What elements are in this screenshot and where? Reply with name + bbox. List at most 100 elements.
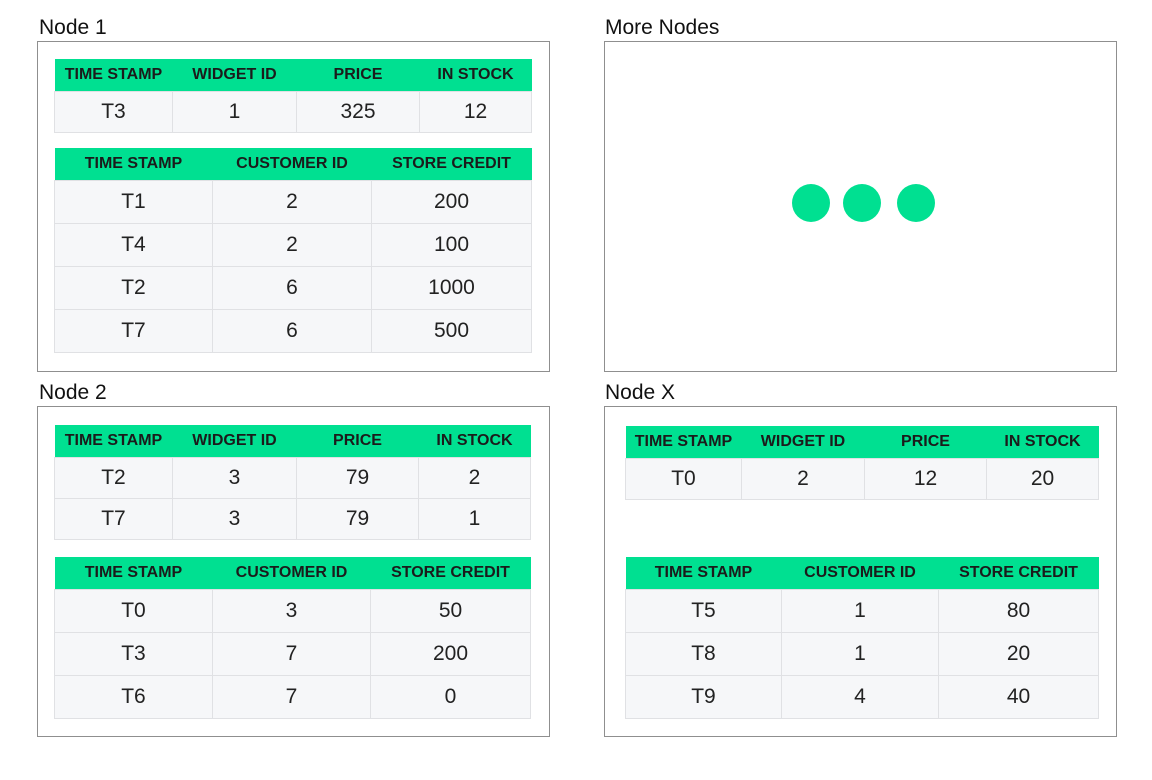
table-cell: 4 [781,675,939,719]
table-cell: T2 [54,457,173,499]
column-header: WIDGET ID [741,426,865,459]
table-row: T6 7 0 [54,675,531,719]
table-cell: T0 [54,589,213,633]
column-header: TIME STAMP [54,425,173,458]
table-row: T1 2 200 [54,180,532,224]
table-row: T7 3 79 1 [54,498,531,540]
table-row: T4 2 100 [54,223,532,267]
table-cell: 2 [212,223,372,267]
table-row: T2 6 1000 [54,266,532,310]
table-cell: 1 [781,632,939,676]
column-header: TIME STAMP [625,426,742,459]
table-cell: 6 [212,309,372,353]
column-header: IN STOCK [419,59,532,92]
table-cell: 100 [371,223,532,267]
node-1-title: Node 1 [39,16,107,39]
table-cell: 1 [418,498,531,540]
table-header-row: TIME STAMP WIDGET ID PRICE IN STOCK [54,425,531,458]
table-header-row: TIME STAMP CUSTOMER ID STORE CREDIT [625,557,1099,590]
more-nodes-panel [604,41,1117,372]
table-cell: 12 [419,91,532,133]
table-cell: 3 [212,589,371,633]
table-cell: 80 [938,589,1099,633]
table-cell: 50 [370,589,531,633]
table-cell: T5 [625,589,782,633]
dot-icon [792,184,830,222]
table-cell: T8 [625,632,782,676]
dot-icon [897,184,935,222]
table-cell: 3 [172,457,297,499]
table-cell: T7 [54,309,213,353]
table-cell: 79 [296,498,419,540]
table-cell: T0 [625,458,742,500]
table-cell: 2 [418,457,531,499]
column-header: PRICE [296,59,420,92]
table-cell: 325 [296,91,420,133]
table-header-row: TIME STAMP CUSTOMER ID STORE CREDIT [54,148,532,181]
table-cell: 6 [212,266,372,310]
table-cell: T3 [54,91,173,133]
table-cell: 500 [371,309,532,353]
column-header: WIDGET ID [172,59,297,92]
table-cell: 20 [938,632,1099,676]
table-header-row: TIME STAMP CUSTOMER ID STORE CREDIT [54,557,531,590]
table-cell: 200 [371,180,532,224]
table-cell: T6 [54,675,213,719]
column-header: STORE CREDIT [370,557,531,590]
column-header: TIME STAMP [54,148,213,181]
table-cell: 1000 [371,266,532,310]
table-cell: 200 [370,632,531,676]
column-header: CUSTOMER ID [212,557,371,590]
table-cell: T7 [54,498,173,540]
table-cell: T9 [625,675,782,719]
table-cell: 12 [864,458,987,500]
table-cell: T2 [54,266,213,310]
table-cell: T1 [54,180,213,224]
table-row: T3 1 325 12 [54,91,532,133]
table-row: T3 7 200 [54,632,531,676]
table-row: T8 1 20 [625,632,1099,676]
table-cell: T3 [54,632,213,676]
table-cell: 40 [938,675,1099,719]
table-header-row: TIME STAMP WIDGET ID PRICE IN STOCK [625,426,1099,459]
table-cell: 7 [212,632,371,676]
table-cell: 1 [172,91,297,133]
column-header: CUSTOMER ID [781,557,939,590]
table-cell: 20 [986,458,1099,500]
column-header: STORE CREDIT [371,148,532,181]
table-cell: 2 [212,180,372,224]
node-1-widget-table: TIME STAMP WIDGET ID PRICE IN STOCK T3 1… [54,59,532,133]
table-row: T9 4 40 [625,675,1099,719]
node-2-widget-table: TIME STAMP WIDGET ID PRICE IN STOCK T2 3… [54,425,531,540]
node-2-title: Node 2 [39,381,107,404]
column-header: TIME STAMP [625,557,782,590]
table-cell: T4 [54,223,213,267]
column-header: CUSTOMER ID [212,148,372,181]
column-header: IN STOCK [418,425,531,458]
node-x-customer-table: TIME STAMP CUSTOMER ID STORE CREDIT T5 1… [625,557,1099,719]
column-header: IN STOCK [986,426,1099,459]
dot-icon [843,184,881,222]
node-x-title: Node X [605,381,676,404]
column-header: PRICE [296,425,419,458]
table-header-row: TIME STAMP WIDGET ID PRICE IN STOCK [54,59,532,92]
table-cell: 7 [212,675,371,719]
table-row: T7 6 500 [54,309,532,353]
table-row: T2 3 79 2 [54,457,531,499]
column-header: PRICE [864,426,987,459]
table-cell: 1 [781,589,939,633]
column-header: TIME STAMP [54,557,213,590]
column-header: STORE CREDIT [938,557,1099,590]
column-header: WIDGET ID [172,425,297,458]
node-1-customer-table: TIME STAMP CUSTOMER ID STORE CREDIT T1 2… [54,148,532,353]
table-cell: 2 [741,458,865,500]
node-x-widget-table: TIME STAMP WIDGET ID PRICE IN STOCK T0 2… [625,426,1099,500]
table-cell: 3 [172,498,297,540]
node-2-customer-table: TIME STAMP CUSTOMER ID STORE CREDIT T0 3… [54,557,531,719]
table-cell: 79 [296,457,419,499]
table-cell: 0 [370,675,531,719]
table-row: T0 2 12 20 [625,458,1099,500]
table-row: T5 1 80 [625,589,1099,633]
more-nodes-title: More Nodes [605,16,720,39]
column-header: TIME STAMP [54,59,173,92]
